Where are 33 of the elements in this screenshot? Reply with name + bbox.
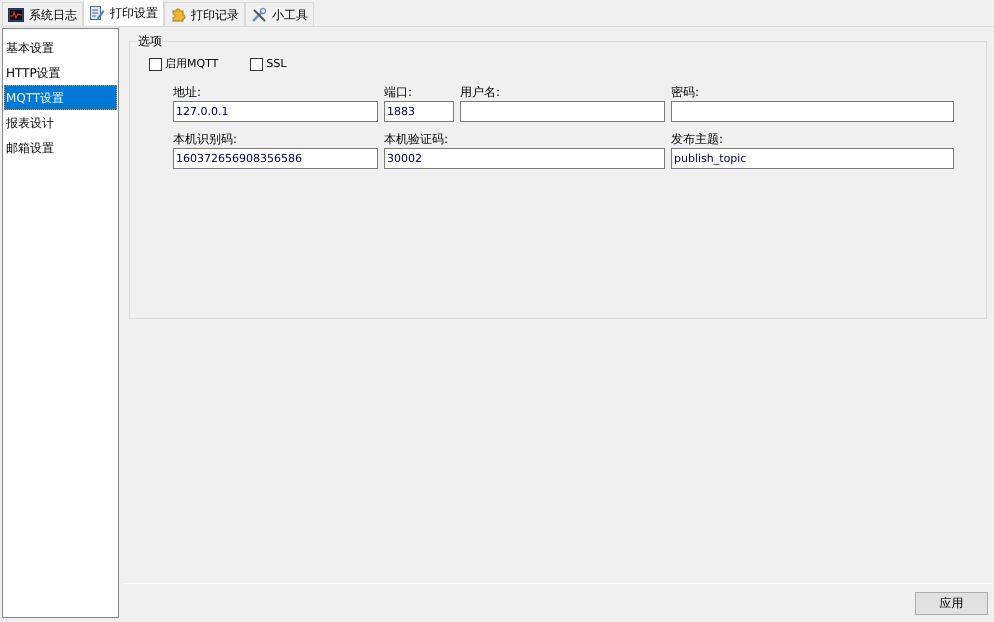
puzzle-icon [170,6,186,22]
input-field[interactable]: publish_topic [671,148,954,168]
input-field[interactable]: 30002 [384,148,665,168]
checkbox-label: SSL [266,56,286,72]
tab[interactable]: 打印设置 [83,0,164,26]
group-title: 选项 [136,33,164,49]
checkbox[interactable] [250,58,264,71]
tab[interactable]: 打印记录 [164,2,245,26]
field-label: 发布主题: [671,130,724,148]
sidebar-item[interactable]: 报表设计 [4,110,117,135]
tab[interactable]: 系统日志 [2,2,83,26]
field-label: 本机识别码: [173,130,238,148]
field-label: 本机验证码: [384,130,450,148]
field-label: 地址: [173,84,202,100]
input-field[interactable]: 1883 [384,100,454,122]
input-field[interactable]: 127.0.0.1 [173,100,378,122]
input-field[interactable]: 160372656908356586 [173,148,378,168]
sidebar-item[interactable]: 邮箱设置 [4,135,117,160]
chart-icon [8,6,24,22]
sidebar-item[interactable]: HTTP设置 [4,60,117,85]
field-label: 密码: [671,84,700,100]
checkbox[interactable] [149,58,162,71]
apply-button[interactable]: 应用 [915,592,988,614]
wrench-screwdriver-icon [251,6,267,22]
sidebar-item[interactable]: 基本设置 [4,35,117,60]
input-field[interactable] [671,100,954,122]
checkbox-label: 启用MQTT [165,56,218,72]
tab[interactable]: 小工具 [245,2,314,26]
field-label: 端口: [384,84,414,100]
document-pencil-icon [89,5,105,21]
input-field[interactable] [460,100,665,122]
sidebar-item[interactable]: MQTT设置 [4,85,117,110]
field-label: 用户名: [460,84,502,100]
